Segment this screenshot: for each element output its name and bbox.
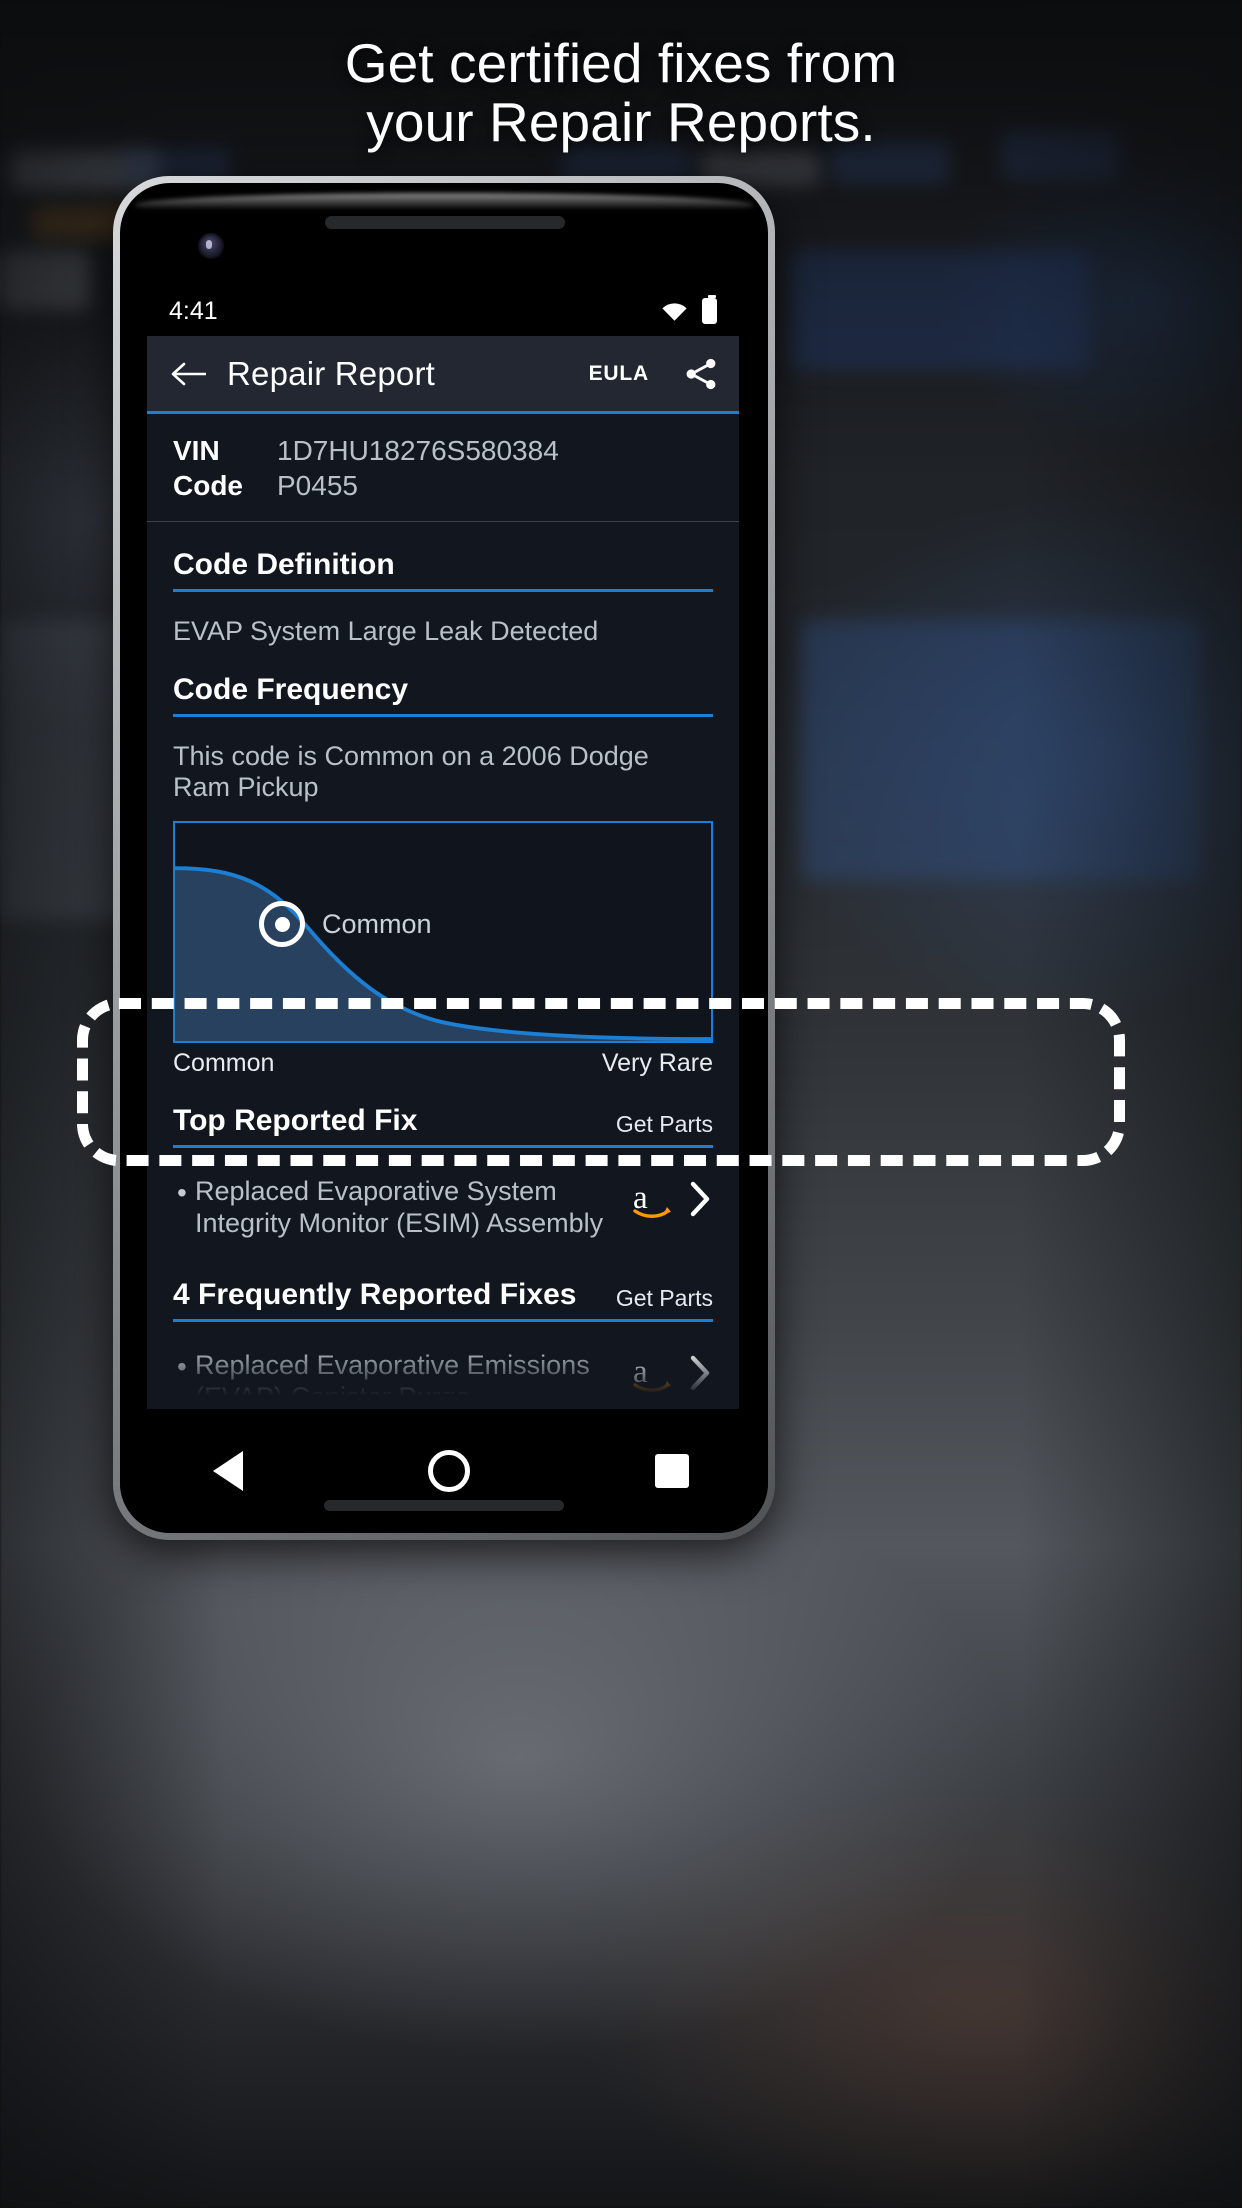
status-bar: 4:41	[147, 286, 739, 336]
code-frequency-heading-text: Code Frequency	[173, 673, 409, 706]
vin-value: 1D7HU18276S580384	[277, 435, 559, 466]
bullet-icon: •	[177, 1177, 187, 1208]
earpiece-speaker	[325, 216, 565, 229]
top-reported-fix-heading: Top Reported Fix Get Parts	[173, 1078, 713, 1148]
bottom-speaker-grille	[324, 1500, 564, 1511]
amazon-icon[interactable]: a	[631, 1352, 677, 1394]
frequent-fixes-get-parts-link[interactable]: Get Parts	[616, 1285, 713, 1312]
chevron-right-icon[interactable]	[687, 1179, 713, 1219]
code-label: Code	[173, 470, 243, 501]
nav-back-icon[interactable]	[212, 1451, 243, 1491]
code-frequency-heading: Code Frequency	[173, 647, 713, 717]
code-row: Code P0455	[173, 470, 713, 502]
frequent-fixes-heading: 4 Frequently Reported Fixes Get Parts	[173, 1252, 713, 1322]
fix-shop-action[interactable]: a	[617, 1350, 713, 1394]
chevron-right-icon[interactable]	[687, 1353, 713, 1393]
arrow-left-icon[interactable]	[171, 359, 209, 389]
status-bar-clock: 4:41	[169, 296, 218, 325]
frequent-fixes-list: • Replaced Evaporative Emissions (EVAP) …	[173, 1322, 713, 1409]
code-definition-section: Code Definition EVAP System Large Leak D…	[147, 522, 739, 647]
headline-line-2: your Repair Reports.	[366, 91, 876, 154]
android-navigation-bar	[120, 1409, 768, 1533]
code-frequency-chart: Common	[173, 821, 713, 1043]
chart-axis-labels: Common Very Rare	[173, 1043, 713, 1078]
code-frequency-description: This code is Common on a 2006 Dodge Ram …	[173, 741, 649, 802]
top-fix-list: • Replaced Evaporative System Integrity …	[173, 1148, 713, 1252]
code-definition-heading-text: Code Definition	[173, 548, 395, 581]
fix-description: Replaced Evaporative System Integrity Mo…	[195, 1176, 604, 1238]
frequently-reported-fixes-section: 4 Frequently Reported Fixes Get Parts • …	[147, 1252, 739, 1409]
headline-line-1: Get certified fixes from	[344, 32, 898, 94]
nav-recents-icon[interactable]	[655, 1454, 690, 1488]
top-reported-fix-section: Top Reported Fix Get Parts • Replaced Ev…	[147, 1078, 739, 1252]
frequency-marker-icon	[259, 901, 305, 947]
fix-shop-action[interactable]: a	[617, 1176, 713, 1220]
app-bar: Repair Report EULA	[147, 336, 739, 414]
bezel-highlight	[134, 193, 754, 217]
frequency-marker-label: Common	[322, 909, 432, 939]
phone-device-frame: 4:41 Repair Report EULA VIN 1D7HU18276S5…	[113, 176, 775, 1540]
vin-label: VIN	[173, 435, 220, 466]
front-camera-icon	[198, 233, 224, 259]
report-content[interactable]: VIN 1D7HU18276S580384 Code P0455 Code De…	[147, 414, 739, 1409]
nav-home-icon[interactable]	[427, 1450, 470, 1492]
eula-button[interactable]: EULA	[589, 362, 649, 386]
amazon-icon[interactable]: a	[631, 1178, 677, 1220]
page-title: Repair Report	[227, 354, 436, 392]
promo-headline: Get certified fixes from your Repair Rep…	[0, 32, 1242, 154]
fix-description: Replaced Evaporative Emissions (EVAP) Ca…	[195, 1349, 590, 1409]
frequency-curve	[175, 866, 711, 1041]
share-icon[interactable]	[683, 356, 719, 392]
phone-screen: 4:41 Repair Report EULA VIN 1D7HU18276S5…	[147, 286, 739, 1409]
list-item[interactable]: • Replaced Evaporative System Integrity …	[173, 1162, 713, 1252]
code-definition-text: EVAP System Large Leak Detected	[173, 616, 599, 646]
axis-label-right: Very Rare	[601, 1049, 713, 1077]
bullet-icon: •	[177, 1350, 187, 1382]
code-value: P0455	[277, 470, 358, 501]
frequent-fixes-heading-text: 4 Frequently Reported Fixes	[173, 1277, 577, 1311]
axis-label-left: Common	[173, 1049, 275, 1077]
vin-row: VIN 1D7HU18276S580384	[173, 435, 713, 467]
top-fix-get-parts-link[interactable]: Get Parts	[616, 1111, 713, 1138]
wifi-icon	[662, 302, 687, 321]
code-frequency-section: Code Frequency This code is Common on a …	[147, 647, 739, 1078]
vehicle-identification-block: VIN 1D7HU18276S580384 Code P0455	[147, 414, 739, 522]
top-reported-fix-heading-text: Top Reported Fix	[173, 1104, 418, 1137]
code-definition-heading: Code Definition	[173, 522, 713, 592]
list-item[interactable]: • Replaced Evaporative Emissions (EVAP) …	[173, 1336, 713, 1409]
battery-icon	[702, 295, 717, 324]
